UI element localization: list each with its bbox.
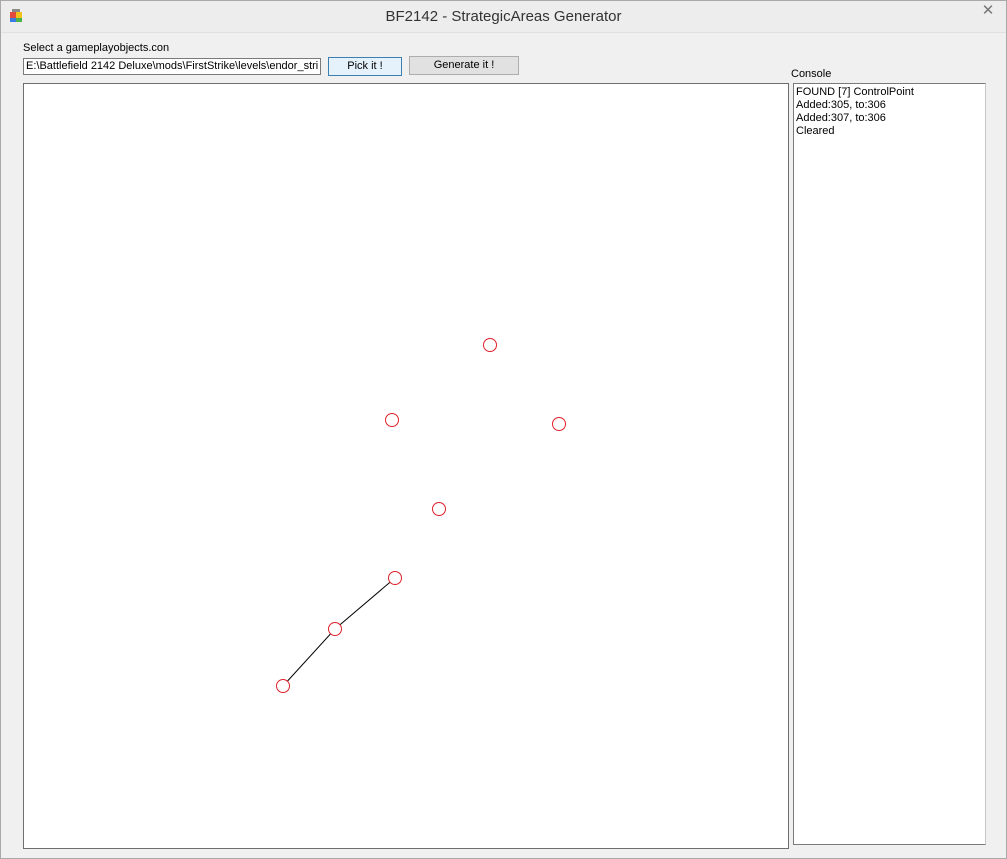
title-bar: BF2142 - StrategicAreas Generator ✕	[1, 1, 1006, 33]
console-line: Cleared	[796, 125, 835, 137]
console-label: Console	[791, 68, 832, 80]
generate-it-button[interactable]: Generate it !	[409, 56, 519, 75]
console-line: FOUND [7] ControlPoint	[796, 86, 914, 98]
map-drawing	[276, 338, 566, 693]
file-path-input[interactable]	[23, 58, 321, 75]
select-file-label: Select a gameplayobjects.con	[23, 42, 170, 54]
control-point-marker[interactable]	[552, 417, 566, 431]
console-output: FOUND [7] ControlPoint Added:305, to:306…	[793, 83, 986, 845]
pick-it-button[interactable]: Pick it !	[328, 57, 402, 76]
control-point-marker[interactable]	[432, 502, 446, 516]
area-link-line	[282, 628, 336, 687]
control-point-marker[interactable]	[385, 413, 399, 427]
console-line: Added:307, to:306	[796, 112, 886, 124]
window-title: BF2142 - StrategicAreas Generator	[385, 8, 622, 25]
close-button[interactable]: ✕	[970, 1, 1006, 22]
app-window: BF2142 - StrategicAreas Generator ✕ Sele…	[0, 0, 1007, 859]
control-point-marker[interactable]	[276, 679, 290, 693]
control-point-marker[interactable]	[483, 338, 497, 352]
console-line: Added:305, to:306	[796, 99, 886, 111]
control-point-marker[interactable]	[328, 622, 342, 636]
map-canvas[interactable]	[23, 83, 789, 849]
control-point-marker[interactable]	[388, 571, 402, 585]
area-link-line	[334, 577, 396, 630]
